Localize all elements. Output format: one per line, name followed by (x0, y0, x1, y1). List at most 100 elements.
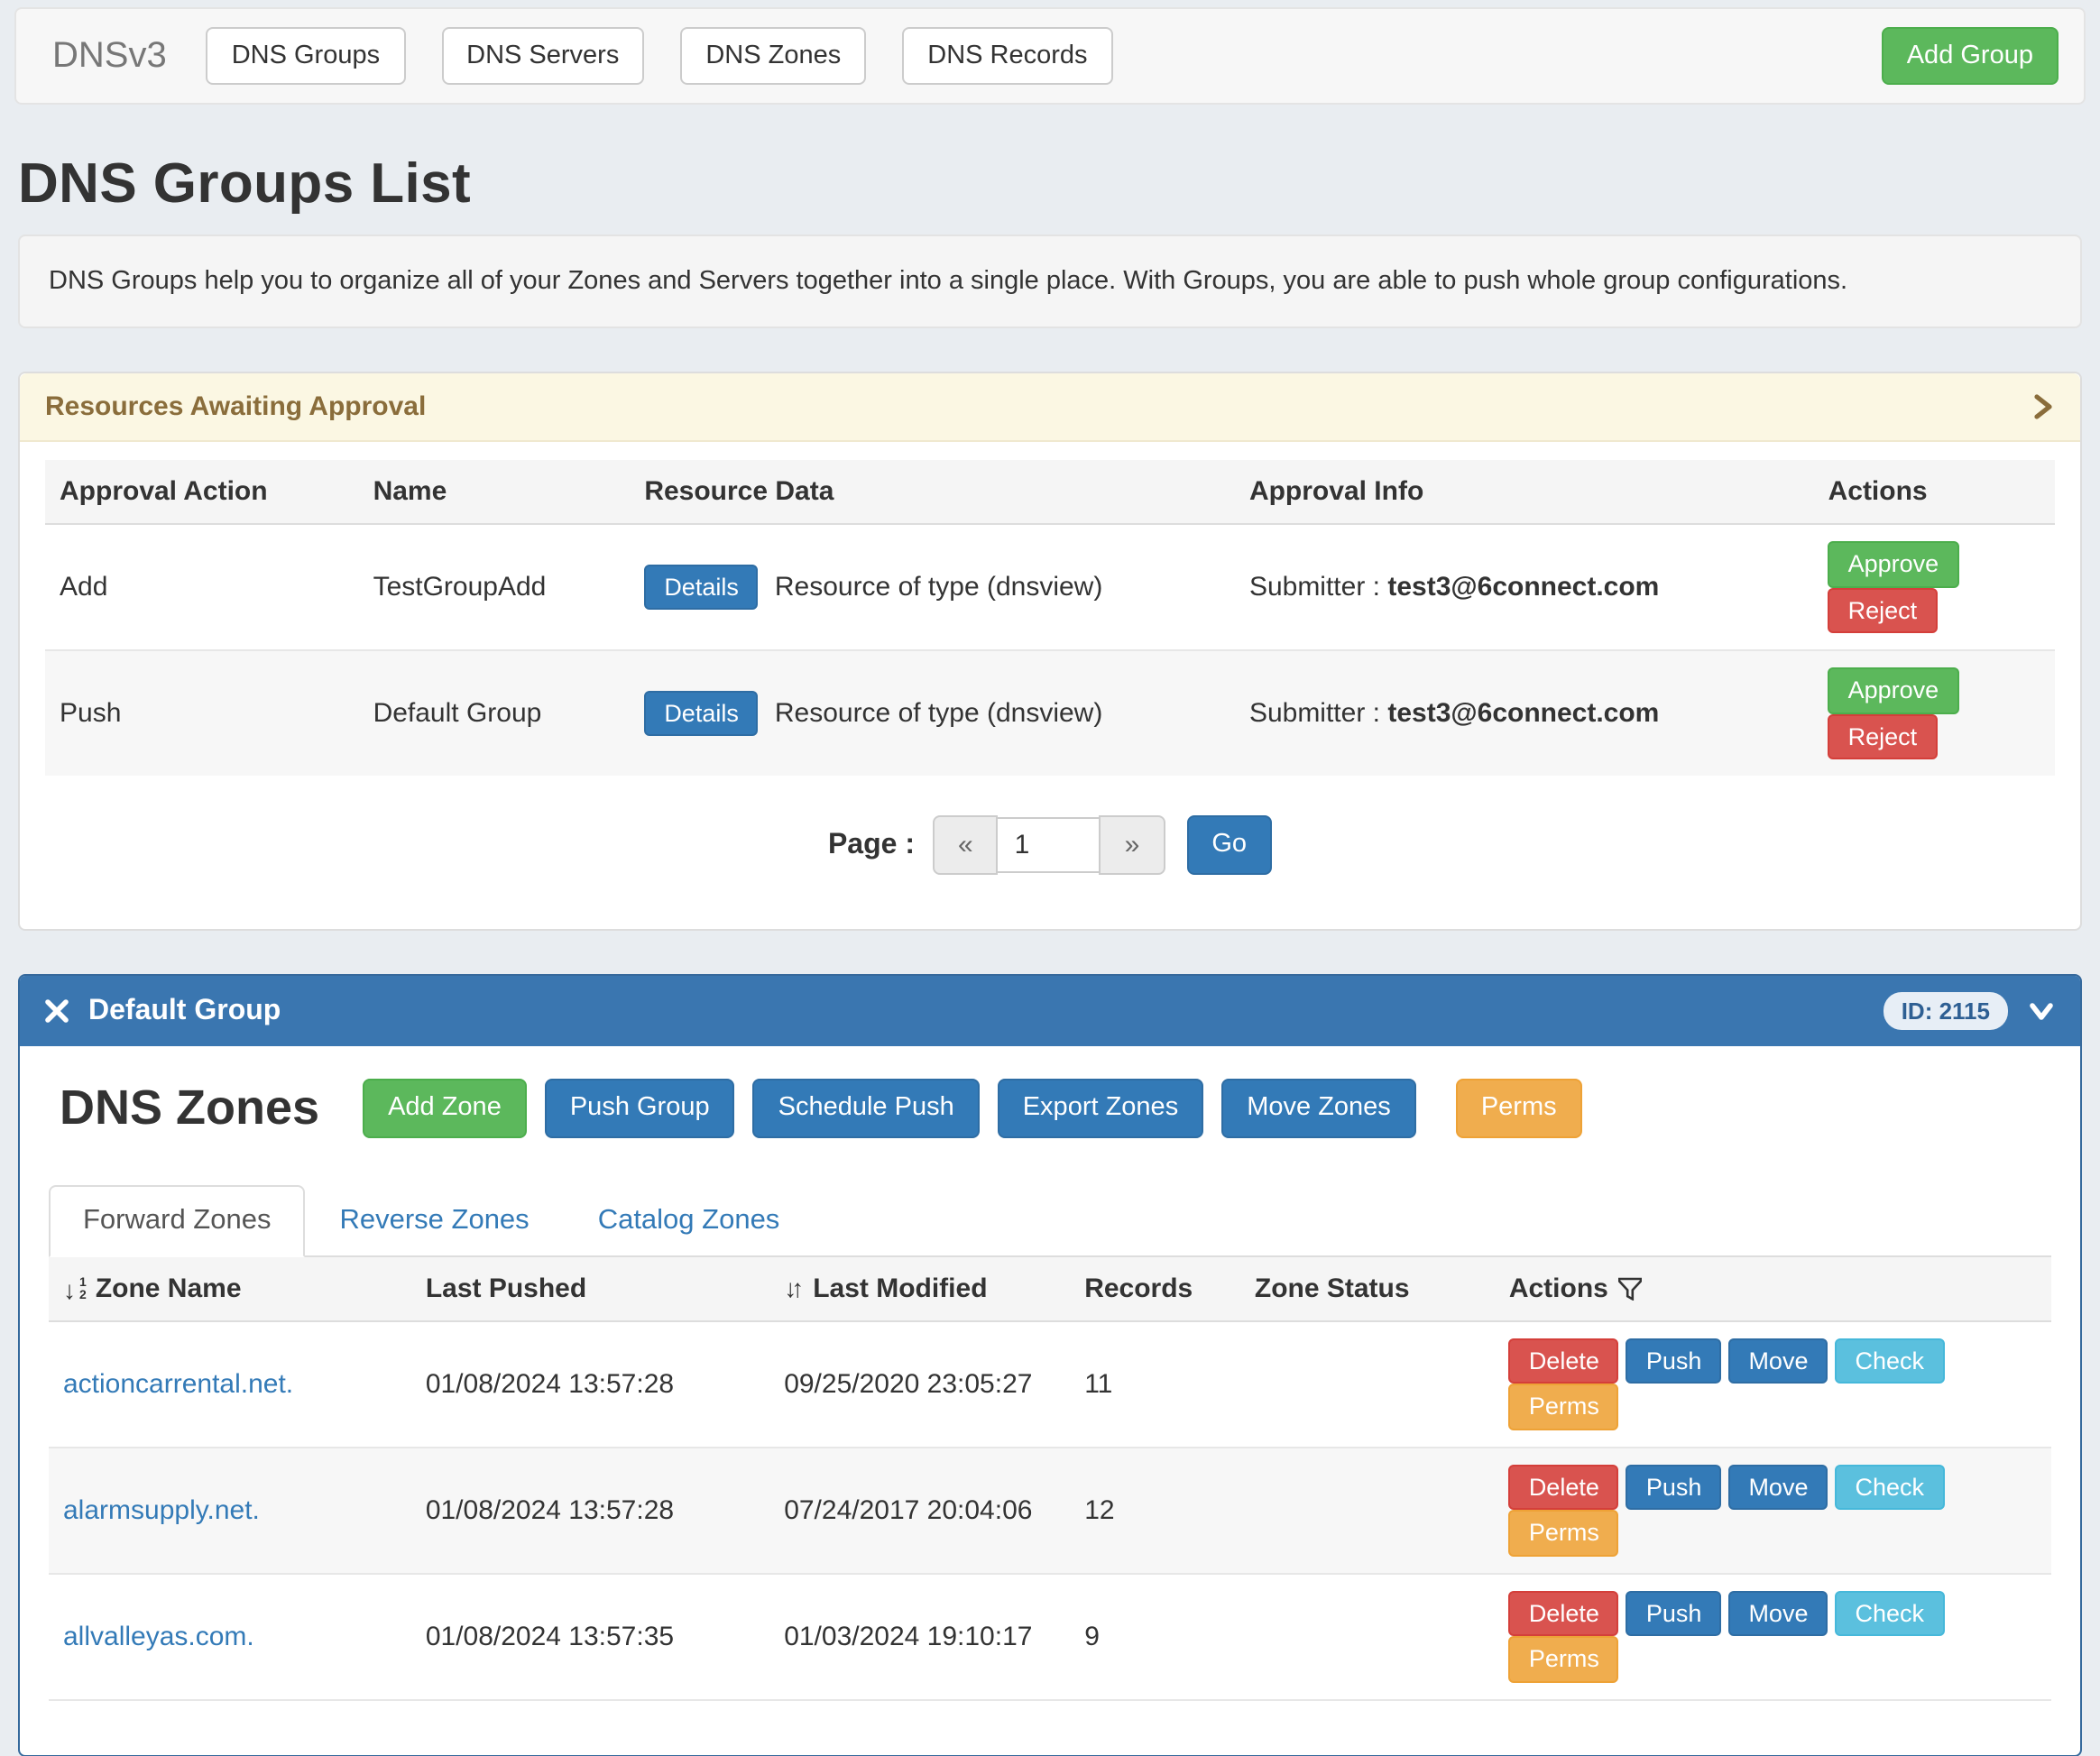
col-name: Name (359, 460, 631, 524)
zone-records: 9 (1070, 1573, 1240, 1699)
submitter-prefix: Submitter : (1249, 698, 1387, 729)
zone-tabs: Forward Zones Reverse Zones Catalog Zone… (49, 1184, 2051, 1256)
move-button[interactable]: Move (1728, 1464, 1828, 1510)
move-button[interactable]: Move (1728, 1590, 1828, 1636)
zone-row-partial (49, 1699, 2051, 1754)
sort-numeric-icon[interactable]: ↓12 (63, 1276, 87, 1301)
push-button[interactable]: Push (1626, 1590, 1722, 1636)
approval-row: Push Default Group Details Resource of t… (45, 650, 2055, 776)
approval-name: TestGroupAdd (359, 524, 631, 650)
resource-description: Resource of type (dnsview) (775, 572, 1103, 602)
col-approval-info: Approval Info (1235, 460, 1814, 524)
export-zones-button[interactable]: Export Zones (998, 1079, 1204, 1137)
sort-updown-icon[interactable]: ↓↑ (784, 1273, 798, 1301)
tab-reverse-zones[interactable]: Reverse Zones (305, 1184, 563, 1256)
approval-panel-header[interactable]: Resources Awaiting Approval (20, 373, 2080, 442)
move-button[interactable]: Move (1728, 1338, 1828, 1384)
page: DNSv3 DNS Groups DNS Servers DNS Zones D… (0, 7, 2100, 1461)
col-records: Records (1070, 1256, 1240, 1320)
tab-forward-zones[interactable]: Forward Zones (49, 1184, 305, 1256)
zone-link[interactable]: allvalleyas.com. (63, 1621, 254, 1651)
group-id-badge: ID: 2115 (1884, 992, 2008, 1030)
push-button[interactable]: Push (1626, 1338, 1722, 1384)
zone-link[interactable]: alarmsupply.net. (63, 1494, 260, 1525)
col-resource-data: Resource Data (630, 460, 1235, 524)
zone-row: allvalleyas.com. 01/08/2024 13:57:35 01/… (49, 1573, 2051, 1699)
next-page-button[interactable]: » (1100, 815, 1165, 875)
zones-table: ↓12Zone Name Last Pushed ↓↑Last Modified… (49, 1256, 2051, 1754)
move-zones-button[interactable]: Move Zones (1221, 1079, 1416, 1137)
add-group-button[interactable]: Add Group (1882, 27, 2059, 86)
schedule-push-button[interactable]: Schedule Push (753, 1079, 980, 1137)
zone-last-pushed: 01/08/2024 13:57:28 (411, 1447, 769, 1573)
app-brand: DNSv3 (52, 35, 167, 77)
zones-heading: DNS Zones (60, 1080, 319, 1136)
col-last-pushed: Last Pushed (411, 1256, 769, 1320)
resource-description: Resource of type (dnsview) (775, 698, 1103, 729)
col-zone-status: Zone Status (1240, 1256, 1495, 1320)
page-label: Page : (828, 829, 915, 861)
approval-name: Default Group (359, 650, 631, 776)
col-zone-name[interactable]: ↓12Zone Name (49, 1256, 411, 1320)
zone-row: actioncarrental.net. 01/08/2024 13:57:28… (49, 1320, 2051, 1447)
close-icon[interactable] (45, 999, 69, 1023)
check-button[interactable]: Check (1835, 1464, 1944, 1510)
page-title: DNS Groups List (18, 152, 2082, 216)
submitter-email: test3@6connect.com (1387, 698, 1659, 729)
perms-row-button[interactable]: Perms (1509, 1384, 1619, 1430)
zone-records: 12 (1070, 1447, 1240, 1573)
zone-link[interactable]: actioncarrental.net. (63, 1368, 293, 1399)
perms-row-button[interactable]: Perms (1509, 1510, 1619, 1556)
zone-last-pushed: 01/08/2024 13:57:28 (411, 1320, 769, 1447)
col-last-modified[interactable]: ↓↑Last Modified (769, 1256, 1070, 1320)
approval-panel: Resources Awaiting Approval Approval Act… (18, 372, 2082, 931)
zone-last-modified: 09/25/2020 23:05:27 (769, 1320, 1070, 1447)
go-button[interactable]: Go (1186, 816, 1272, 875)
check-button[interactable]: Check (1835, 1338, 1944, 1384)
col-actions: Actions (1814, 460, 2055, 524)
zone-row: alarmsupply.net. 01/08/2024 13:57:28 07/… (49, 1447, 2051, 1573)
col-zone-actions: Actions (1495, 1256, 2051, 1320)
approval-action: Push (45, 650, 359, 776)
nav-dns-groups[interactable]: DNS Groups (207, 27, 405, 86)
top-navbar: DNSv3 DNS Groups DNS Servers DNS Zones D… (14, 7, 2086, 105)
add-zone-button[interactable]: Add Zone (363, 1079, 527, 1137)
prev-page-button[interactable]: « (933, 815, 999, 875)
tab-catalog-zones[interactable]: Catalog Zones (564, 1184, 815, 1256)
delete-button[interactable]: Delete (1509, 1338, 1619, 1384)
zone-status (1240, 1447, 1495, 1573)
delete-button[interactable]: Delete (1509, 1590, 1619, 1636)
approval-row: Add TestGroupAdd Details Resource of typ… (45, 524, 2055, 650)
zones-toolbar: DNS Zones Add Zone Push Group Schedule P… (49, 1079, 2051, 1137)
reject-button[interactable]: Reject (1828, 587, 1938, 633)
main-nav: DNS Groups DNS Servers DNS Zones DNS Rec… (207, 27, 1113, 86)
delete-button[interactable]: Delete (1509, 1464, 1619, 1510)
zones-table-header-row: ↓12Zone Name Last Pushed ↓↑Last Modified… (49, 1256, 2051, 1320)
zone-records: 11 (1070, 1320, 1240, 1447)
zone-status (1240, 1573, 1495, 1699)
push-group-button[interactable]: Push Group (545, 1079, 735, 1137)
zone-last-modified: 07/24/2017 20:04:06 (769, 1447, 1070, 1573)
group-panel-body: DNS Zones Add Zone Push Group Schedule P… (20, 1046, 2080, 1754)
nav-dns-zones[interactable]: DNS Zones (680, 27, 866, 86)
details-button[interactable]: Details (644, 691, 759, 737)
submitter-prefix: Submitter : (1249, 572, 1387, 602)
page-description: DNS Groups help you to organize all of y… (18, 234, 2082, 328)
details-button[interactable]: Details (644, 565, 759, 611)
page-number-input[interactable] (997, 817, 1101, 873)
group-panel-header[interactable]: Default Group ID: 2115 (20, 976, 2080, 1046)
approve-button[interactable]: Approve (1828, 667, 1959, 713)
nav-dns-records[interactable]: DNS Records (902, 27, 1112, 86)
nav-dns-servers[interactable]: DNS Servers (441, 27, 644, 86)
pagination: Page : « » Go (45, 815, 2055, 875)
check-button[interactable]: Check (1835, 1590, 1944, 1636)
perms-row-button[interactable]: Perms (1509, 1636, 1619, 1682)
filter-icon[interactable] (1619, 1277, 1643, 1301)
chevron-right-icon[interactable] (2030, 393, 2055, 420)
perms-button[interactable]: Perms (1456, 1079, 1582, 1137)
approve-button[interactable]: Approve (1828, 541, 1959, 587)
push-button[interactable]: Push (1626, 1464, 1722, 1510)
chevron-down-icon[interactable] (2028, 999, 2055, 1023)
reject-button[interactable]: Reject (1828, 713, 1938, 759)
zone-last-modified: 01/03/2024 19:10:17 (769, 1573, 1070, 1699)
